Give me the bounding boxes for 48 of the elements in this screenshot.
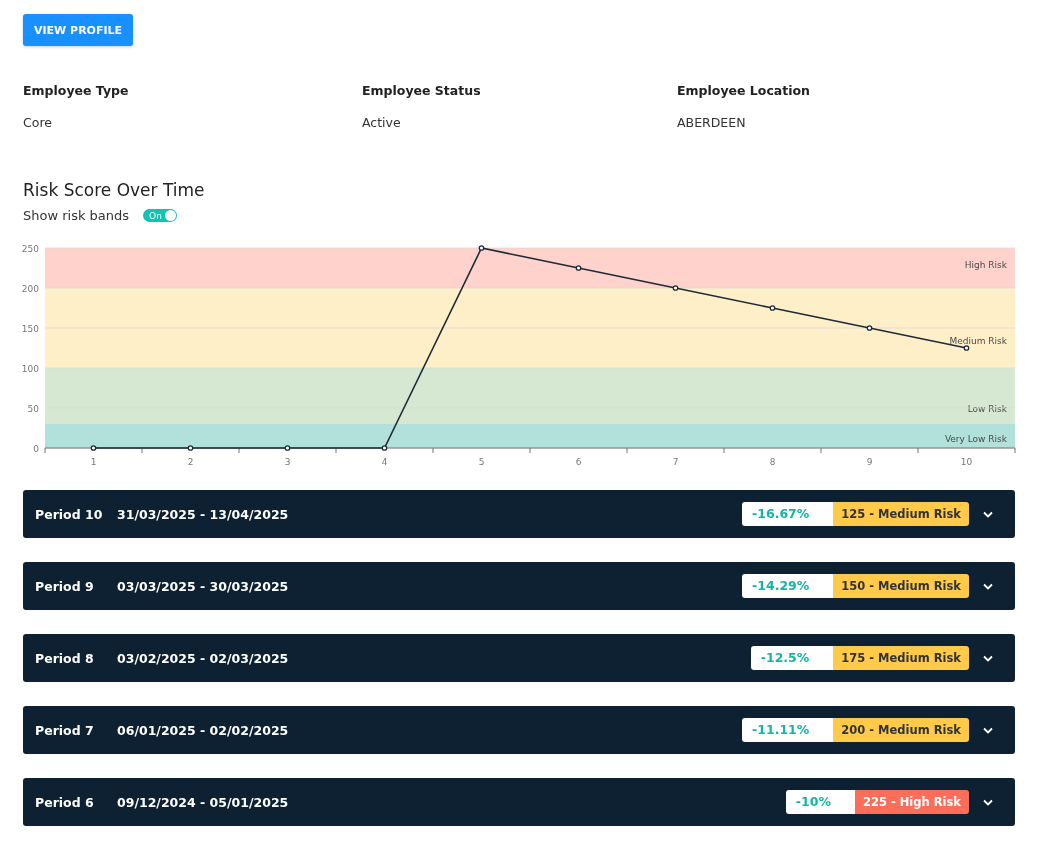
period-dates: 31/03/2025 - 13/04/2025 [117,506,289,522]
period-dates: 09/12/2024 - 05/01/2025 [117,794,289,810]
risk-score-badge: 175 - Medium Risk [833,646,969,670]
band-label: Very Low Risk [944,434,1007,444]
y-axis-label: 150 [21,324,39,334]
change-badge: -12.5% [750,646,834,670]
x-axis-label: 4 [381,457,388,467]
period-title: Period 6 [35,794,95,810]
x-axis-label: 5 [478,457,485,467]
detail-label: Employee Type [23,83,130,98]
detail-value: Core [23,115,53,130]
section-title: Risk Score Over Time [23,180,206,200]
x-axis-label: 10 [960,457,973,467]
x-axis-label: 7 [672,457,679,467]
change-badge: -11.11% [742,718,834,742]
period-title: Period 8 [35,650,95,666]
y-axis-label: 100 [21,364,39,374]
detail-label: Employee Location [677,83,811,98]
period-title: Period 9 [35,578,95,594]
detail-value: ABERDEEN [677,115,747,130]
change-badge: -14.29% [742,574,834,598]
detail-label: Employee Status [362,83,482,98]
risk-score-badge: 125 - Medium Risk [833,502,969,526]
y-axis-label: 50 [27,404,39,414]
period-dates: 03/02/2025 - 02/03/2025 [117,650,289,666]
y-axis-label: 0 [33,444,39,454]
x-axis-label: 9 [866,457,873,467]
detail-value: Active [362,115,402,130]
y-axis-label: 200 [21,284,39,294]
change-badge: -16.67% [742,502,834,526]
risk-score-badge: 225 - High Risk [854,790,969,814]
toggle-label: Show risk bands [23,208,130,223]
period-dates: 03/03/2025 - 30/03/2025 [117,578,289,594]
risk-score-badge: 150 - Medium Risk [833,574,969,598]
x-axis-label: 2 [187,457,194,467]
period-dates: 06/01/2025 - 02/02/2025 [117,722,289,738]
period-title: Period 10 [35,506,104,522]
y-axis-label: 250 [21,244,39,254]
x-axis-label: 3 [284,457,291,467]
risk-score-badge: 200 - Medium Risk [833,718,969,742]
x-axis-label: 6 [575,457,582,467]
period-title: Period 7 [35,722,95,738]
change-badge: -10% [785,790,855,814]
x-axis-label: 1 [90,457,97,467]
band-label: Medium Risk [949,336,1007,346]
band-label: Low Risk [967,404,1007,414]
x-axis-label: 8 [769,457,776,467]
band-label: High Risk [964,260,1007,270]
